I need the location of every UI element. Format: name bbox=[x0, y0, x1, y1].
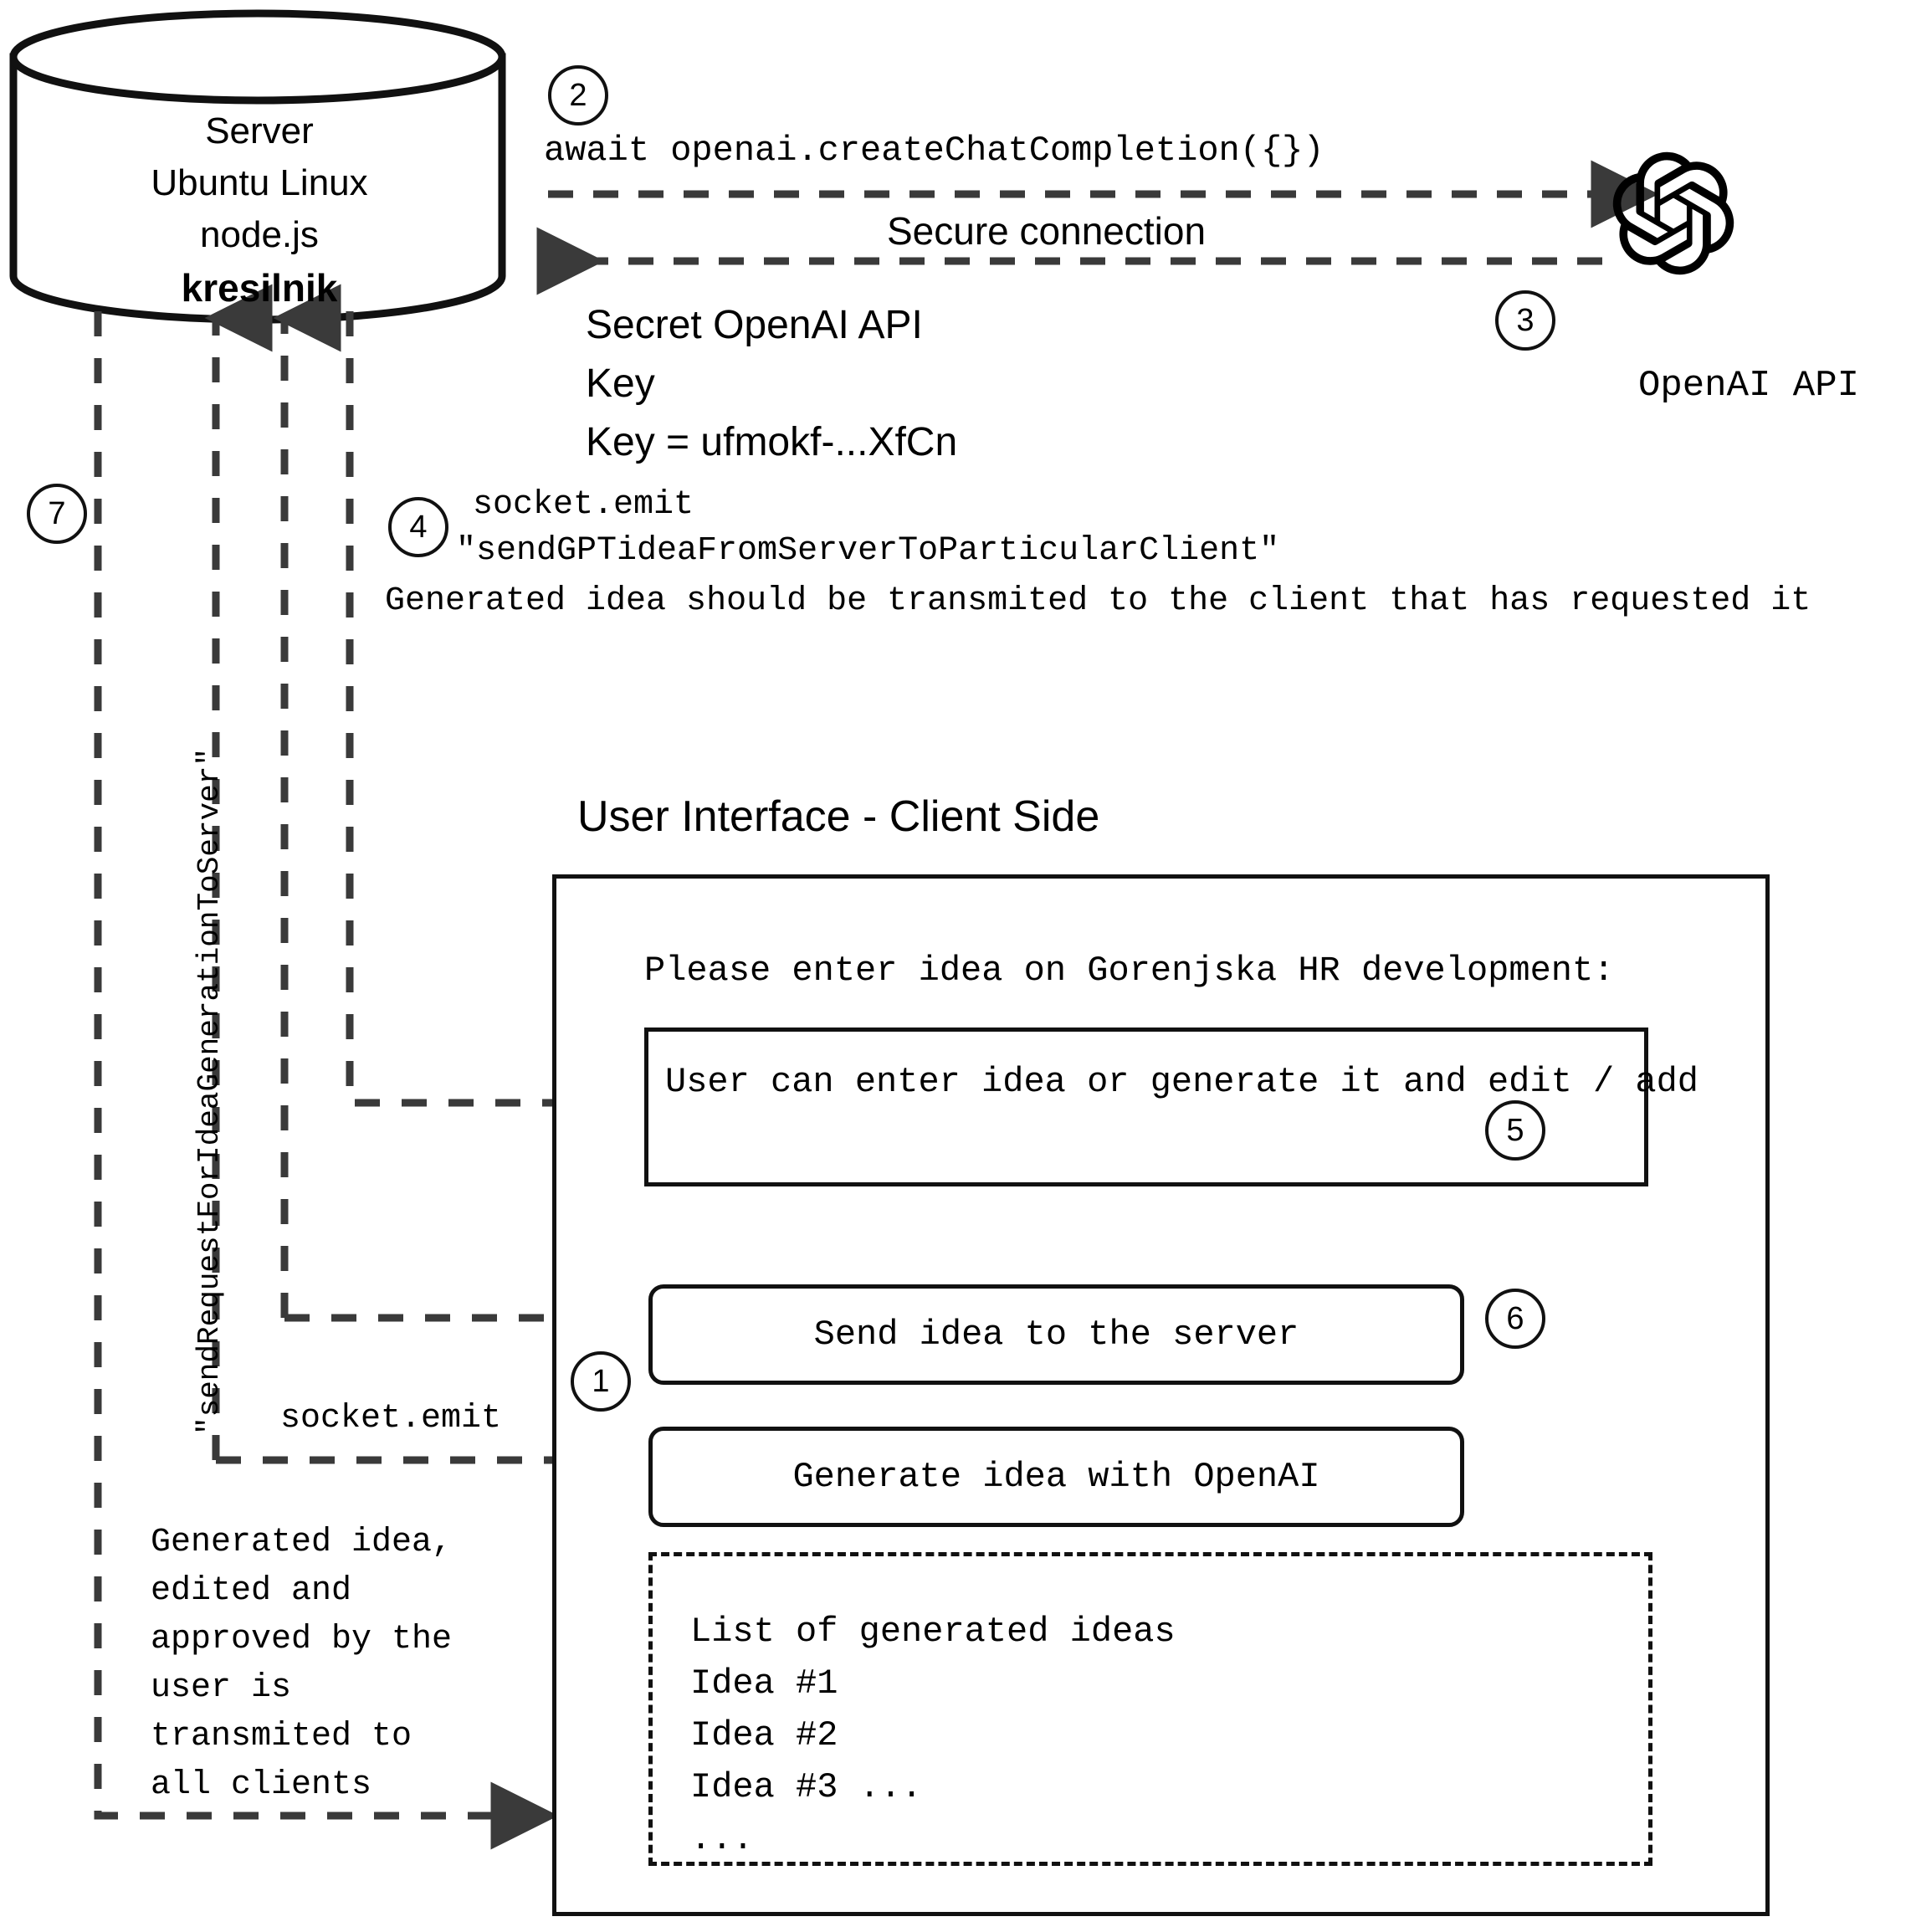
generate-idea-button-label: Generate idea with OpenAI bbox=[792, 1457, 1320, 1497]
broadcast-note-line-3: approved by the bbox=[151, 1621, 453, 1658]
client-emit-method: socket.emit bbox=[280, 1400, 502, 1437]
server-name: kresilnik bbox=[181, 266, 338, 310]
step-marker-6-label: 6 bbox=[1506, 1300, 1524, 1336]
send-idea-button[interactable]: Send idea to the server bbox=[648, 1284, 1464, 1385]
broadcast-note-line-5: transmited to bbox=[151, 1718, 412, 1755]
step-marker-4-label: 4 bbox=[409, 509, 428, 545]
broadcast-note-line-2: edited and bbox=[151, 1572, 352, 1610]
send-idea-button-label: Send idea to the server bbox=[813, 1314, 1299, 1355]
list-item[interactable]: Idea #1 bbox=[690, 1663, 838, 1705]
client-emit-event-vertical: "sendRequestForIdeaGenerationToServer" bbox=[192, 748, 227, 1435]
step-marker-1-label: 1 bbox=[592, 1363, 610, 1399]
step-marker-3-label: 3 bbox=[1516, 302, 1535, 338]
step-marker-7-label: 7 bbox=[48, 495, 66, 531]
step-marker-2: 2 bbox=[548, 65, 608, 126]
idea-textarea-value: User can enter idea or generate it and e… bbox=[665, 1062, 1699, 1102]
openai-logo-icon bbox=[1612, 151, 1734, 275]
broadcast-note-line-6: all clients bbox=[151, 1766, 372, 1804]
list-item[interactable]: Idea #3 ... bbox=[690, 1766, 922, 1809]
api-key-line-3: Key = ufmokf-...XfCn bbox=[586, 420, 958, 464]
broadcast-note-line-4: user is bbox=[151, 1669, 292, 1707]
generate-idea-button[interactable]: Generate idea with OpenAI bbox=[648, 1427, 1464, 1527]
client-side-heading: User Interface - Client Side bbox=[577, 792, 1100, 841]
create-chat-completion-call: await openai.createChatCompletion({}) bbox=[544, 131, 1324, 171]
generated-ideas-box: List of generated ideas Idea #1 Idea #2 … bbox=[648, 1552, 1652, 1866]
step-marker-2-label: 2 bbox=[569, 77, 587, 113]
idea-prompt-label: Please enter idea on Gorenjska HR develo… bbox=[644, 951, 1615, 991]
server-emit-method: socket.emit bbox=[473, 486, 694, 524]
server-label-line-2: Ubuntu Linux bbox=[151, 162, 368, 203]
step-marker-4: 4 bbox=[388, 497, 448, 557]
step-marker-7: 7 bbox=[27, 484, 87, 544]
list-item: ... bbox=[690, 1819, 754, 1859]
broadcast-note-line-1: Generated idea, bbox=[151, 1524, 453, 1561]
server-emit-event: "sendGPTideaFromServerToParticularClient… bbox=[456, 532, 1280, 570]
step-marker-3: 3 bbox=[1495, 290, 1555, 351]
server-emit-note: Generated idea should be transmited to t… bbox=[385, 582, 1811, 620]
server-label-line-1: Server bbox=[205, 110, 314, 151]
step-marker-6: 6 bbox=[1485, 1289, 1545, 1349]
generated-idea-path bbox=[346, 311, 643, 1137]
server-label-line-3: node.js bbox=[200, 214, 319, 255]
openai-api-label: OpenAI API bbox=[1637, 365, 1860, 407]
step-marker-5: 5 bbox=[1485, 1100, 1545, 1161]
architecture-diagram: Server Ubuntu Linux node.js kresilnik Op… bbox=[0, 0, 1906, 1932]
secure-connection-label: Secure connection bbox=[887, 209, 1207, 253]
step-marker-5-label: 5 bbox=[1506, 1112, 1524, 1148]
api-key-line-2: Key bbox=[586, 361, 655, 406]
list-item[interactable]: Idea #2 bbox=[690, 1714, 838, 1757]
generated-ideas-header: List of generated ideas bbox=[690, 1612, 1176, 1652]
api-key-line-1: Secret OpenAI API bbox=[586, 303, 923, 347]
step-marker-1: 1 bbox=[571, 1351, 631, 1412]
